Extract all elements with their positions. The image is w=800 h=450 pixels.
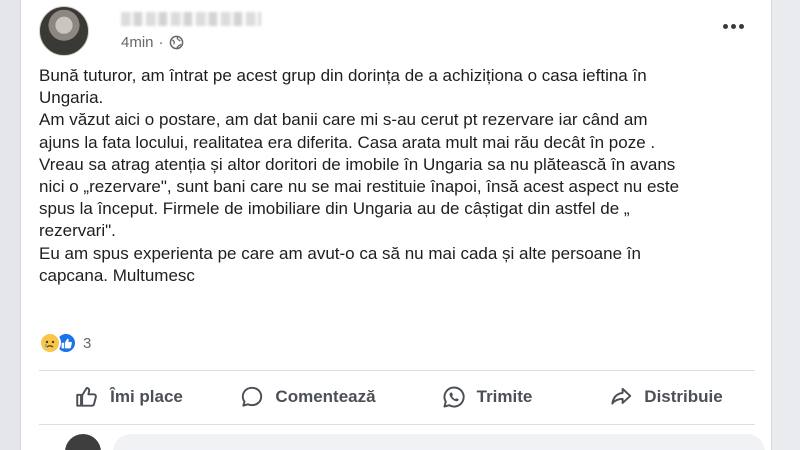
meta-separator: · — [158, 34, 164, 51]
reactions-summary[interactable]: 3 — [39, 332, 91, 354]
send-label: Trimite — [476, 387, 533, 406]
comment-bubble-icon — [242, 386, 263, 407]
send-button[interactable]: Trimite — [397, 376, 576, 418]
divider — [39, 424, 755, 425]
author-avatar[interactable] — [39, 6, 89, 56]
thumbs-up-icon — [76, 387, 98, 407]
post-text-line: spus la început. Firmele de imobiliare d… — [39, 199, 630, 219]
post-text-line: Vreau sa atrag atenția și altor doritori… — [39, 154, 676, 174]
post-text-line: Ungaria. — [39, 88, 104, 108]
share-button[interactable]: Distribuie — [576, 376, 755, 418]
page-background — [772, 0, 800, 450]
more-options-icon[interactable] — [719, 16, 747, 36]
reaction-count[interactable]: 3 — [83, 335, 91, 352]
comment-button[interactable]: Comentează — [218, 376, 397, 418]
share-arrow-icon — [611, 387, 632, 405]
like-label: Îmi place — [110, 387, 183, 406]
post-meta: 4min · — [121, 34, 184, 51]
comment-composer — [39, 432, 765, 450]
post-text-line: nici o „rezervare", sunt bani care nu se… — [39, 177, 680, 197]
post-text-line: ajuns la fata locului, realitatea era di… — [39, 132, 656, 152]
post-text-line: Am văzut aici o postare, am dat banii ca… — [39, 110, 648, 130]
comment-label: Comentează — [275, 387, 376, 406]
post-text-line: Bună tuturor, am întrat pe acest grup di… — [39, 66, 647, 85]
post-text-line: rezervari". — [39, 221, 116, 241]
current-user-avatar[interactable] — [65, 434, 101, 450]
post-text-line: Eu am spus experienta pe care am avut-o … — [39, 243, 641, 263]
author-name-redacted[interactable] — [121, 12, 261, 26]
sad-reaction-icon — [39, 332, 61, 354]
post-text-line: capcana. Multumesc — [39, 265, 195, 285]
share-label: Distribuie — [644, 387, 723, 406]
comment-input[interactable] — [113, 434, 765, 450]
whatsapp-icon — [443, 386, 465, 408]
post-body: Bună tuturor, am întrat pe acest grup di… — [39, 65, 759, 287]
globe-icon[interactable] — [169, 35, 184, 50]
post-header: 4min · — [39, 6, 759, 60]
divider — [39, 370, 755, 371]
like-button[interactable]: Îmi place — [39, 376, 218, 418]
post-timestamp[interactable]: 4min — [121, 34, 154, 51]
post-card: 4min · Bună tuturor, am întrat pe acest … — [20, 0, 772, 450]
post-actions: Îmi place Comentează Trimite Distribuie — [39, 376, 755, 418]
